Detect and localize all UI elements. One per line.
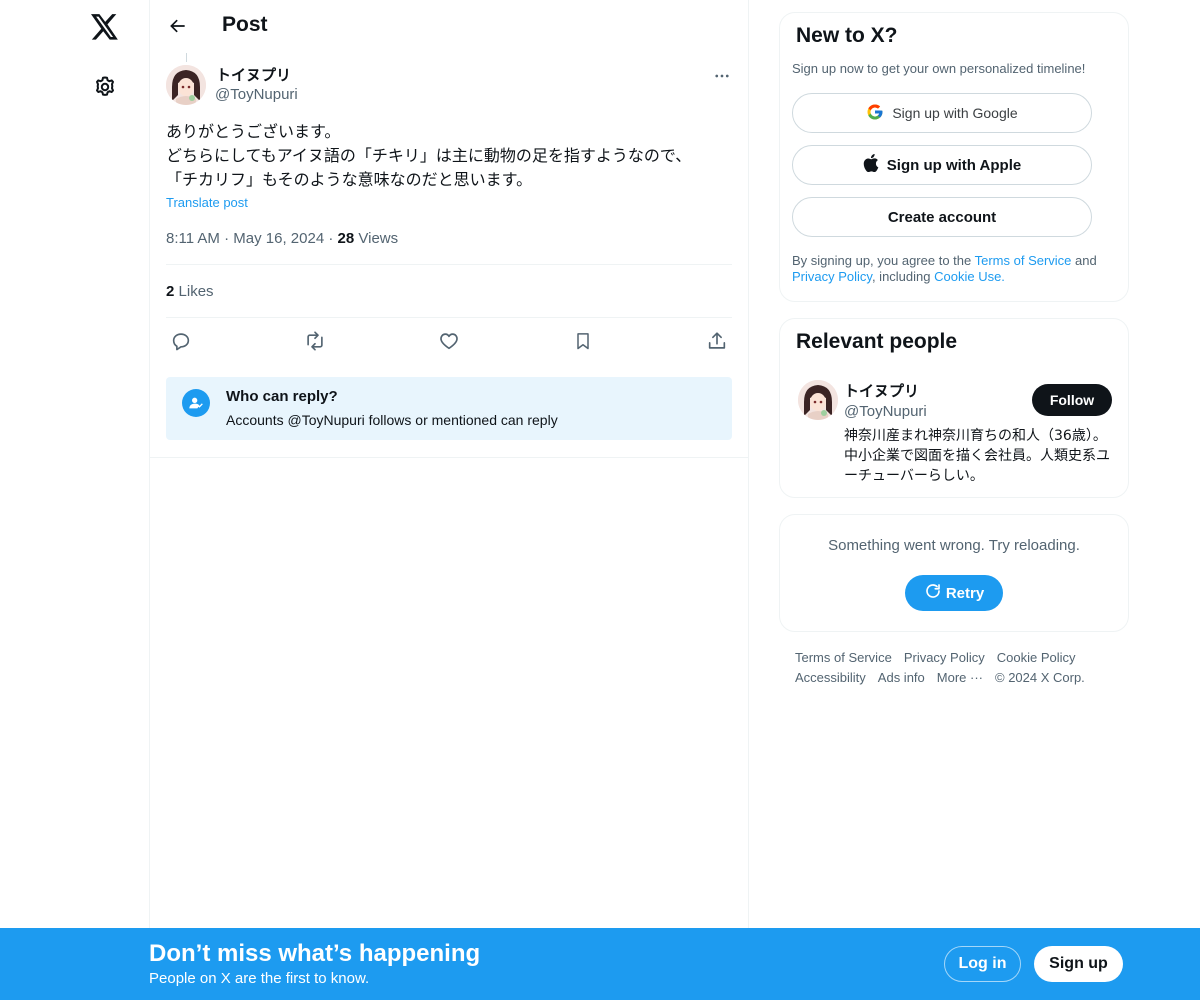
signup-card: New to X? Sign up now to get your own pe… <box>779 12 1129 302</box>
divider <box>166 317 732 318</box>
reply-icon[interactable] <box>168 328 194 354</box>
repost-icon[interactable] <box>302 328 328 354</box>
post-date[interactable]: May 16, 2024 <box>233 230 324 247</box>
error-message: Something went wrong. Try reloading. <box>828 537 1080 554</box>
footer-terms-link[interactable]: Terms of Service <box>795 650 892 665</box>
copyright: © 2024 X Corp. <box>995 670 1085 685</box>
privacy-policy-link[interactable]: Privacy Policy <box>792 269 872 284</box>
page-title: Post <box>222 13 268 36</box>
post-text-line: ありがとうございます。 <box>166 122 341 141</box>
relevant-person-name[interactable]: トイヌプリ <box>844 380 919 401</box>
post-text-line: 「チカリフ」もそのような意味なのだと思います。 <box>166 170 533 189</box>
footer-ads-link[interactable]: Ads info <box>878 670 925 685</box>
error-card: Something went wrong. Try reloading. Ret… <box>779 514 1129 632</box>
terms-including: , including <box>871 269 935 284</box>
share-icon[interactable] <box>704 328 730 354</box>
footer-more-link[interactable]: More ··· <box>937 670 983 685</box>
post-actions <box>166 328 734 354</box>
author-handle[interactable]: @ToyNupuri <box>215 86 298 103</box>
separator: · <box>328 230 338 247</box>
google-icon <box>866 103 884 124</box>
relevant-people-card: Relevant people トイヌプリ @ToyNupuri Follow … <box>779 318 1129 498</box>
author-name[interactable]: トイヌプリ <box>216 64 291 85</box>
like-icon[interactable] <box>436 328 462 354</box>
post-text-line: どちらにしてもアイヌ語の「チキリ」は主に動物の足を指すようなので、 <box>166 146 692 165</box>
divider <box>150 457 748 458</box>
cookie-use-link[interactable]: Cookie Use. <box>934 269 1005 284</box>
thread-connector <box>186 53 187 62</box>
footer-privacy-link[interactable]: Privacy Policy <box>904 650 985 665</box>
translate-post-link[interactable]: Translate post <box>166 195 248 210</box>
avatar[interactable] <box>166 65 206 105</box>
signup-apple-label: Sign up with Apple <box>886 156 1022 174</box>
likes-stat[interactable]: 2 Likes <box>166 283 214 300</box>
avatar[interactable] <box>798 380 838 420</box>
bookmark-icon[interactable] <box>570 328 596 354</box>
signup-apple-button[interactable]: Sign up with Apple <box>792 145 1092 185</box>
login-button[interactable]: Log in <box>944 946 1021 982</box>
signup-card-title: New to X? <box>796 24 898 47</box>
left-nav <box>0 0 150 1000</box>
gear-icon[interactable] <box>86 68 124 106</box>
terms-of-service-link[interactable]: Terms of Service <box>975 253 1072 268</box>
separator: · <box>224 230 234 247</box>
terms-prefix: By signing up, you agree to the <box>792 253 975 268</box>
signup-banner: Don’t miss what’s happening People on X … <box>0 928 1200 1000</box>
post-text: ありがとうございます。 どちらにしてもアイヌ語の「チキリ」は主に動物の足を指すよ… <box>166 120 734 192</box>
banner-subtitle: People on X are the first to know. <box>149 970 370 987</box>
signup-google-label: Sign up with Google <box>892 105 1018 121</box>
follow-button[interactable]: Follow <box>1032 384 1112 416</box>
relevant-people-title: Relevant people <box>796 330 958 353</box>
create-account-button[interactable]: Create account <box>792 197 1092 237</box>
signup-card-subtitle: Sign up now to get your own personalized… <box>792 61 1086 76</box>
signup-terms: By signing up, you agree to the Terms of… <box>792 253 1122 285</box>
who-can-reply-box: Who can reply? Accounts @ToyNupuri follo… <box>166 377 732 440</box>
signup-button[interactable]: Sign up <box>1034 946 1123 982</box>
terms-and: and <box>1071 253 1097 268</box>
views-label: Views <box>358 230 399 247</box>
post-meta: 8:11 AM · May 16, 2024 · 28 Views <box>166 230 398 247</box>
banner-title: Don’t miss what’s happening <box>149 940 481 967</box>
relevant-person-bio: 神奈川産まれ神奈川育ちの和人（36歳）。中小企業で図面を描く会社員。人類史系ユー… <box>844 428 1110 484</box>
retry-button[interactable]: Retry <box>905 575 1003 611</box>
who-can-reply-title: Who can reply? <box>226 388 338 405</box>
relevant-person-handle[interactable]: @ToyNupuri <box>844 403 927 420</box>
footer-accessibility-link[interactable]: Accessibility <box>795 670 866 685</box>
post-time[interactable]: 8:11 AM <box>166 230 220 247</box>
likes-label: Likes <box>178 283 214 300</box>
retry-label: Retry <box>945 584 985 602</box>
page-header: Post <box>150 0 750 54</box>
more-options-icon[interactable] <box>710 64 734 88</box>
back-arrow-icon[interactable] <box>162 10 194 42</box>
footer-cookie-link[interactable]: Cookie Policy <box>997 650 1076 665</box>
views-count: 28 <box>337 230 355 247</box>
who-can-reply-description: Accounts @ToyNupuri follows or mentioned… <box>226 412 558 428</box>
x-logo-icon[interactable] <box>86 8 124 46</box>
main-column: Post トイヌプリ @ToyNupuri ありがとうございます。 どちらにして… <box>149 0 749 1000</box>
signup-google-button[interactable]: Sign up with Google <box>792 93 1092 133</box>
footer-links: Terms of Service Privacy Policy Cookie Pol… <box>795 648 1125 688</box>
divider <box>166 264 732 265</box>
apple-icon <box>863 154 879 176</box>
likes-count: 2 <box>166 283 175 300</box>
refresh-icon <box>924 582 942 604</box>
person-check-icon <box>182 389 210 417</box>
